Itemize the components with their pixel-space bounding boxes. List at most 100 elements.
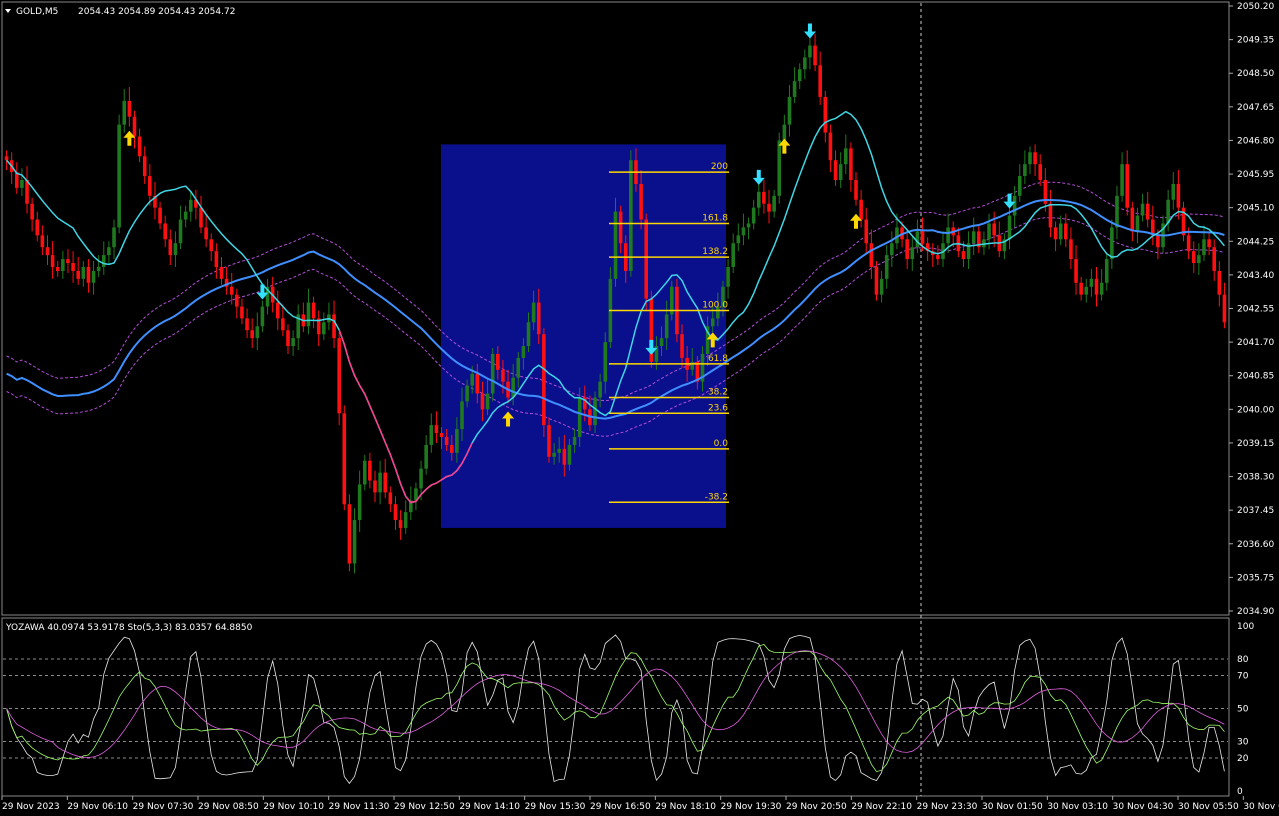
- price-bar: [1145, 191, 1150, 228]
- bar-body: [961, 251, 966, 260]
- price-bar: [1053, 221, 1058, 252]
- price-bar: [122, 89, 127, 133]
- time-tick-label: 30 Nov 01:50: [982, 802, 1043, 812]
- bar-body: [562, 448, 567, 465]
- price-bar: [414, 482, 418, 511]
- price-bar: [1207, 233, 1211, 256]
- price-bar: [843, 134, 848, 175]
- price-bar: [787, 85, 792, 137]
- price-bar: [45, 235, 50, 266]
- bar-body: [823, 96, 828, 133]
- price-tick-label: 2047.65: [1237, 103, 1274, 113]
- price-tick-label: 2046.80: [1237, 136, 1274, 146]
- bar-body: [552, 452, 556, 457]
- price-bar: [403, 500, 408, 534]
- bar-body: [547, 425, 551, 457]
- bar-body: [229, 286, 234, 295]
- stochastic-oscillator: 100 80 70 50 30 20 0: [3, 622, 1254, 797]
- bar-body: [1145, 203, 1150, 220]
- price-bar: [240, 298, 244, 325]
- bar-body: [874, 266, 879, 295]
- bar-body: [81, 266, 86, 279]
- bar-body: [398, 520, 403, 528]
- bar-body: [439, 433, 444, 438]
- price-axis: 2050.20 2049.35 2048.50 2047.65 2046.80 2045.…: [1229, 2, 1274, 617]
- bar-body: [1089, 278, 1094, 287]
- bar-body: [132, 116, 137, 137]
- price-bar: [107, 241, 111, 266]
- bar-body: [746, 223, 751, 228]
- price-bar: [91, 261, 96, 295]
- price-bar: [941, 231, 945, 267]
- trading-chart[interactable]: 200161.8138.2100.061.838.223.60.0-38.2 2…: [0, 0, 1279, 816]
- bar-body: [521, 346, 526, 358]
- bar-body: [542, 334, 546, 426]
- bar-body: [429, 425, 434, 445]
- bar-body: [388, 492, 393, 505]
- price-tick-label: 2043.40: [1237, 271, 1274, 281]
- bar-body: [204, 227, 208, 240]
- time-tick-label: 29 Nov 23:30: [917, 802, 978, 812]
- symbol-label: GOLD,M5: [16, 7, 58, 17]
- price-bar: [96, 255, 101, 277]
- price-tick-label: 2049.35: [1237, 36, 1274, 46]
- bar-body: [838, 164, 843, 180]
- bar-body: [1130, 207, 1135, 232]
- bar-body: [1033, 152, 1037, 165]
- price-bar: [854, 172, 858, 206]
- bar-body: [107, 247, 111, 256]
- bar-body: [337, 338, 341, 414]
- price-bar: [357, 470, 362, 532]
- price-bar: [158, 201, 162, 230]
- bar-body: [86, 266, 91, 283]
- price-bar: [127, 87, 132, 127]
- price-bar: [25, 166, 29, 214]
- bar-body: [1186, 235, 1191, 252]
- price-bar: [1028, 146, 1032, 175]
- price-bar: [383, 458, 388, 499]
- price-bar: [199, 195, 203, 234]
- price-bar: [137, 128, 142, 163]
- bar-body: [797, 69, 802, 82]
- price-bar: [1125, 150, 1130, 216]
- price-bar: [649, 290, 654, 368]
- bar-body: [61, 259, 65, 271]
- dropdown-triangle-icon[interactable]: [5, 9, 11, 13]
- price-bar: [393, 496, 398, 530]
- price-bar: [378, 460, 382, 505]
- price-bar: [746, 217, 751, 240]
- bar-body: [378, 472, 382, 493]
- price-bar: [869, 229, 874, 279]
- osc-tick-label: 70: [1237, 672, 1249, 682]
- time-tick-label: 29 Nov 06:10: [67, 802, 128, 812]
- price-bar: [608, 266, 613, 349]
- symbol-header[interactable]: GOLD,M5 2054.43 2054.89 2054.43 2054.72: [5, 7, 235, 17]
- bar-body: [286, 330, 290, 347]
- price-bar: [756, 181, 761, 216]
- price-bar: [1104, 253, 1109, 291]
- price-bar: [337, 332, 341, 426]
- price-bar: [101, 241, 106, 275]
- price-tick-label: 2035.75: [1237, 573, 1274, 583]
- price-bar: [61, 251, 65, 279]
- bar-body: [828, 132, 833, 161]
- price-bar: [1084, 278, 1089, 303]
- bar-body: [465, 385, 469, 402]
- price-bar: [183, 205, 188, 228]
- osc-tick-label: 0: [1237, 787, 1243, 797]
- bar-body: [1074, 259, 1078, 283]
- price-bar: [66, 249, 70, 273]
- bar-body: [199, 207, 203, 228]
- price-bar: [260, 300, 265, 333]
- bar-body: [434, 425, 439, 434]
- price-bar: [1002, 233, 1007, 260]
- price-bar: [490, 348, 495, 402]
- bar-body: [1222, 294, 1227, 323]
- price-bar: [736, 223, 741, 252]
- price-bar: [971, 217, 976, 256]
- bar-body: [557, 448, 562, 453]
- bar-body: [869, 243, 874, 267]
- price-bar: [316, 310, 321, 347]
- bar-body: [572, 437, 577, 445]
- bar-body: [209, 239, 214, 252]
